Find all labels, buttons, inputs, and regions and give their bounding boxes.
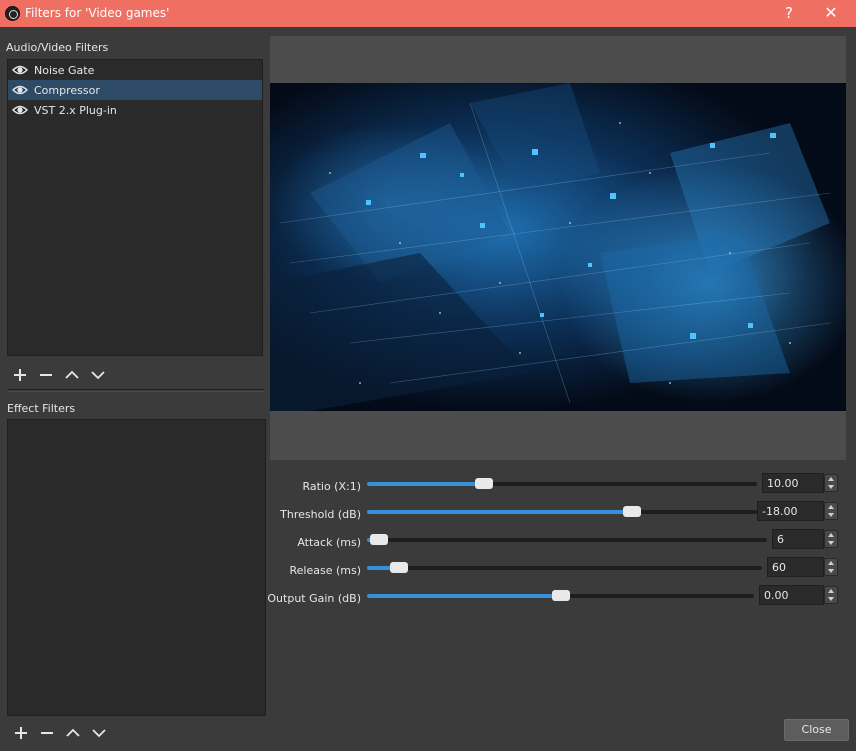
close-button[interactable]: Close	[784, 719, 849, 741]
add-filter-button[interactable]	[9, 366, 31, 384]
ratio-spin-buttons[interactable]	[824, 474, 838, 492]
move-effect-filter-up-button[interactable]	[62, 724, 84, 742]
output-gain-value-field[interactable]: 0.00	[759, 585, 824, 605]
release-slider[interactable]	[367, 562, 762, 573]
release-spin-buttons[interactable]	[824, 558, 838, 576]
plus-icon	[15, 727, 27, 739]
minus-icon	[41, 732, 53, 734]
attack-spin-buttons[interactable]	[824, 530, 838, 548]
ratio-value-field[interactable]: 10.00	[762, 473, 824, 493]
visibility-eye-icon[interactable]	[12, 84, 28, 96]
audio-video-filters-header: Audio/Video Filters	[6, 41, 109, 54]
output-gain-slider-handle[interactable]	[552, 590, 570, 601]
release-slider-handle[interactable]	[390, 562, 408, 573]
effect-filter-toolbar	[10, 724, 110, 742]
attack-value-field[interactable]: 6	[772, 529, 824, 549]
audio-video-filter-toolbar	[9, 366, 109, 384]
ratio-slider-handle[interactable]	[475, 478, 493, 489]
attack-slider[interactable]	[367, 534, 767, 545]
threshold-label: Threshold (dB)	[280, 508, 361, 521]
threshold-slider-handle[interactable]	[623, 506, 641, 517]
visibility-eye-icon[interactable]	[12, 64, 28, 76]
chevron-down-icon	[92, 729, 106, 738]
remove-filter-button[interactable]	[35, 366, 57, 384]
minus-icon	[40, 374, 52, 376]
release-label: Release (ms)	[289, 564, 361, 577]
source-preview	[270, 83, 846, 411]
chevron-up-icon	[66, 728, 80, 737]
output-gain-slider-fill	[367, 594, 561, 598]
window-title: Filters for 'Video games'	[25, 6, 170, 20]
threshold-value-field[interactable]: -18.00	[757, 501, 824, 521]
output-gain-slider[interactable]	[367, 590, 754, 601]
filter-item-label: Compressor	[34, 83, 100, 97]
output-gain-label: Output Gain (dB)	[267, 592, 361, 605]
obs-logo-icon	[5, 6, 20, 21]
help-button[interactable]: ?	[776, 2, 802, 24]
ratio-label: Ratio (X:1)	[302, 480, 361, 493]
move-effect-filter-down-button[interactable]	[88, 724, 110, 742]
move-filter-up-button[interactable]	[61, 366, 83, 384]
section-divider[interactable]	[8, 389, 264, 392]
filter-item-compressor[interactable]: Compressor	[8, 80, 262, 100]
chevron-down-icon	[91, 371, 105, 380]
chevron-up-icon	[65, 370, 79, 379]
audio-video-filter-list[interactable]: Noise Gate Compressor VST 2.x Plug-in	[7, 59, 263, 356]
visibility-eye-icon[interactable]	[12, 104, 28, 116]
filter-item-label: VST 2.x Plug-in	[34, 103, 117, 117]
release-value-field[interactable]: 60	[767, 557, 824, 577]
attack-slider-handle[interactable]	[370, 534, 388, 545]
threshold-slider-fill	[367, 510, 632, 514]
preview-image	[270, 83, 846, 411]
threshold-slider[interactable]	[367, 506, 757, 517]
ratio-slider-fill	[367, 482, 484, 486]
filter-item-noise-gate[interactable]: Noise Gate	[8, 60, 262, 80]
add-effect-filter-button[interactable]	[10, 724, 32, 742]
threshold-spin-buttons[interactable]	[824, 502, 838, 520]
remove-effect-filter-button[interactable]	[36, 724, 58, 742]
filter-item-vst-plugin[interactable]: VST 2.x Plug-in	[8, 100, 262, 120]
filter-item-label: Noise Gate	[34, 63, 95, 77]
output-gain-spin-buttons[interactable]	[824, 586, 838, 604]
ratio-slider[interactable]	[367, 478, 757, 489]
attack-label: Attack (ms)	[297, 536, 361, 549]
plus-icon	[14, 369, 26, 381]
title-bar: Filters for 'Video games' ? ✕	[0, 0, 856, 27]
effect-filters-header: Effect Filters	[7, 402, 76, 415]
close-window-button[interactable]: ✕	[818, 2, 844, 24]
move-filter-down-button[interactable]	[87, 366, 109, 384]
